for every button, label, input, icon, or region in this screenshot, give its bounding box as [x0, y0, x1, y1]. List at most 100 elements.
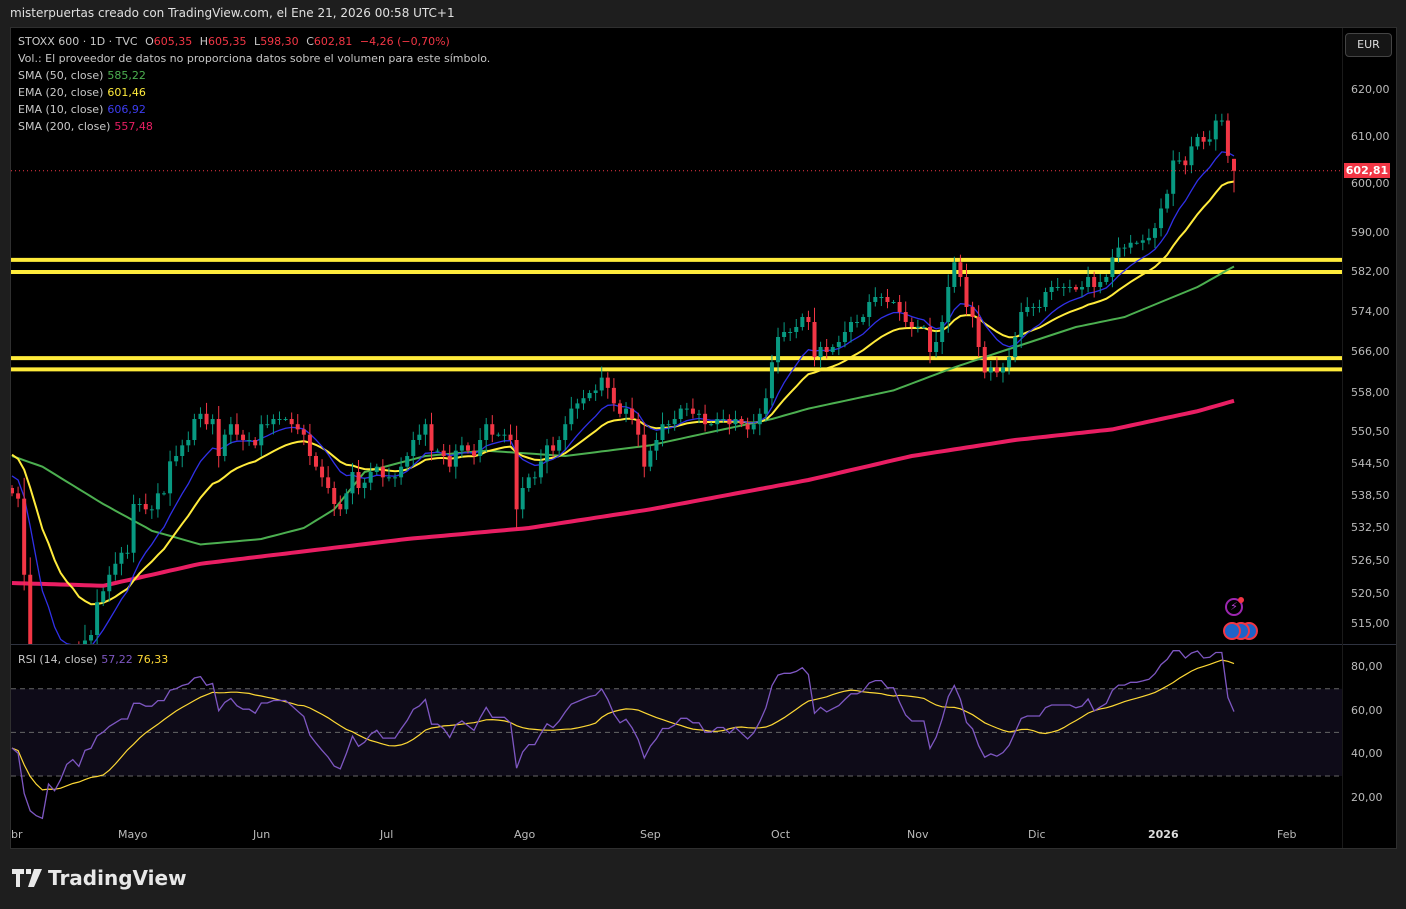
candle[interactable] [131, 494, 136, 563]
candle[interactable] [982, 341, 987, 379]
candle[interactable] [350, 462, 355, 505]
candle[interactable] [545, 438, 550, 474]
candle[interactable] [186, 431, 191, 452]
candle[interactable] [453, 444, 458, 479]
candle[interactable] [660, 412, 665, 447]
candle[interactable] [855, 314, 860, 328]
candle[interactable] [1122, 243, 1127, 257]
candle[interactable] [411, 431, 416, 467]
candle[interactable] [1140, 234, 1145, 251]
candle[interactable] [897, 295, 902, 321]
price-pane[interactable] [10, 113, 1342, 750]
indicator-sma200[interactable]: SMA (200, close) 557,48 [18, 120, 157, 133]
candle[interactable] [259, 415, 264, 457]
candle[interactable] [1043, 287, 1048, 312]
candle[interactable] [161, 491, 166, 496]
candle[interactable] [532, 471, 537, 486]
candle[interactable] [149, 505, 154, 519]
candle[interactable] [1171, 150, 1176, 207]
candle[interactable] [557, 436, 562, 455]
candle[interactable] [234, 413, 239, 441]
candle[interactable] [873, 287, 878, 307]
candle[interactable] [563, 416, 568, 451]
candle[interactable] [934, 331, 939, 358]
candle[interactable] [228, 416, 233, 444]
candle[interactable] [1092, 271, 1097, 298]
candle[interactable] [508, 424, 513, 445]
candle[interactable] [447, 444, 452, 473]
candle[interactable] [478, 428, 483, 463]
candle[interactable] [605, 372, 610, 399]
candle[interactable] [1134, 240, 1139, 245]
candle[interactable] [1067, 279, 1072, 293]
candle[interactable] [362, 477, 367, 499]
candle[interactable] [824, 339, 829, 359]
candle[interactable] [417, 424, 422, 445]
candle[interactable] [861, 314, 866, 325]
candle[interactable] [313, 452, 318, 471]
candle[interactable] [867, 294, 872, 327]
indicator-rsi[interactable]: RSI (14, close) 57,22 76,33 [18, 653, 172, 666]
candle[interactable] [380, 459, 385, 487]
candle[interactable] [776, 327, 781, 374]
candle[interactable] [320, 459, 325, 487]
candle[interactable] [113, 552, 118, 581]
candle[interactable] [10, 485, 14, 497]
candle[interactable] [642, 422, 647, 478]
candle[interactable] [690, 398, 695, 419]
candle[interactable] [119, 546, 124, 576]
candle[interactable] [587, 390, 592, 402]
candle[interactable] [89, 630, 94, 651]
candle[interactable] [848, 316, 853, 343]
candle[interactable] [265, 414, 270, 429]
candle[interactable] [1232, 158, 1236, 193]
candle[interactable] [1189, 136, 1194, 174]
candle[interactable] [490, 415, 495, 443]
candle[interactable] [915, 319, 920, 333]
candle[interactable] [800, 313, 805, 331]
candle[interactable] [326, 466, 331, 494]
candle[interactable] [684, 402, 689, 417]
candle[interactable] [630, 397, 635, 425]
candle[interactable] [137, 498, 142, 512]
candle[interactable] [277, 411, 282, 425]
candle[interactable] [1183, 156, 1188, 175]
chart-canvas[interactable] [0, 0, 1406, 909]
candle[interactable] [988, 360, 993, 381]
candle[interactable] [569, 396, 574, 431]
candle[interactable] [1128, 234, 1133, 254]
candle[interactable] [295, 414, 300, 435]
candle[interactable] [356, 460, 361, 495]
candle[interactable] [879, 293, 884, 306]
candle[interactable] [757, 408, 762, 436]
candle[interactable] [830, 344, 835, 355]
candle[interactable] [174, 445, 179, 467]
candle[interactable] [794, 319, 799, 339]
candle[interactable] [204, 402, 209, 430]
candle[interactable] [289, 412, 294, 433]
candle[interactable] [198, 407, 203, 428]
candle[interactable] [952, 256, 957, 293]
candle[interactable] [520, 477, 525, 519]
candle[interactable] [77, 641, 81, 691]
eu-flag-event-icon[interactable] [1223, 622, 1241, 640]
candle[interactable] [1073, 284, 1078, 292]
candle[interactable] [1177, 152, 1182, 165]
candle[interactable] [769, 354, 774, 406]
candle[interactable] [283, 416, 288, 422]
candle[interactable] [611, 378, 616, 412]
symbol-legend[interactable]: STOXX 600 · 1D · TVC O605,35 H605,35 L59… [18, 35, 454, 48]
candle[interactable] [1000, 362, 1005, 383]
candle[interactable] [842, 321, 847, 348]
candle[interactable] [678, 404, 683, 423]
candle[interactable] [514, 425, 519, 530]
indicator-ema20[interactable]: EMA (20, close) 601,46 [18, 86, 150, 99]
candle[interactable] [1152, 222, 1157, 249]
candle[interactable] [472, 444, 477, 465]
candle[interactable] [782, 322, 787, 342]
candle[interactable] [940, 315, 945, 355]
candle[interactable] [253, 437, 258, 449]
candle[interactable] [1037, 299, 1042, 313]
candle[interactable] [994, 357, 999, 378]
candle[interactable] [818, 341, 823, 368]
